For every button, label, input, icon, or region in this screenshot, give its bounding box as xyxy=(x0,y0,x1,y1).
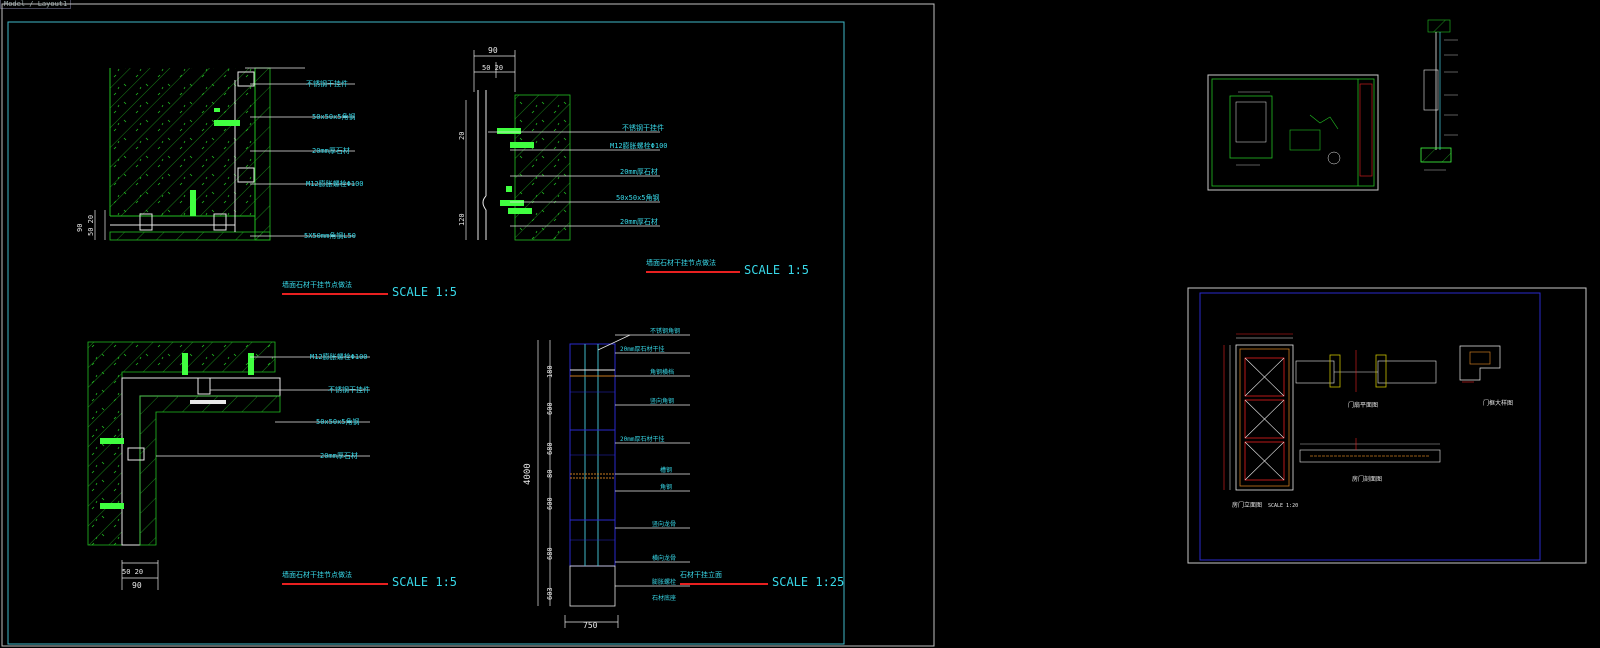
door-bottom-title: 房门剖面图 xyxy=(1352,475,1382,483)
note-el-8: 竖向龙骨 xyxy=(652,520,676,528)
door-elevation-scale: SCALE 1:20 xyxy=(1268,503,1298,509)
cad-drawing-canvas[interactable]: 不锈钢干挂件 50x50x5角钢 20mm厚石材 M12膨胀螺栓Φ100 5X5… xyxy=(0,0,1600,648)
door-sheet[interactable]: 房门立面图 SCALE 1:20 门扇平面图 门框大样图 房门剖面图 xyxy=(1187,287,1587,564)
note-bl-4: 20mm厚石材 xyxy=(320,451,358,460)
door-frame-title: 门框大样图 xyxy=(1483,399,1513,407)
dim-elev-height: 4000 xyxy=(523,463,533,485)
note-bl-3: 50x50x5角钢 xyxy=(316,417,360,426)
door-plan-title: 门扇平面图 xyxy=(1348,401,1378,409)
note-el-7: 角钢 xyxy=(660,483,672,491)
note-bl-2: 不锈钢干挂件 xyxy=(328,385,370,394)
dim-tl-2: 50 20 xyxy=(87,215,95,236)
dim-tr-side1: 20 xyxy=(458,132,466,140)
vertical-section-sheet[interactable] xyxy=(1420,19,1458,171)
title-bl-scale: SCALE 1:5 xyxy=(392,575,457,589)
thumbnail-sheet[interactable] xyxy=(1207,74,1379,191)
note-el-4: 竖向角钢 xyxy=(650,397,674,405)
note-el-6: 槽钢 xyxy=(660,466,672,474)
note-bl-1: M12膨胀螺栓Φ100 xyxy=(310,352,368,361)
detail-elevation: 4000 603 680 600 80 680 600 180 750 不锈钢角… xyxy=(523,327,690,630)
note-el-2: 20mm厚石材干挂 xyxy=(620,345,664,353)
title-bottom-left: 墙面石材干挂节点做法 SCALE 1:5 xyxy=(282,570,457,589)
note-el-9: 横向龙骨 xyxy=(652,554,676,562)
title-tl-label: 墙面石材干挂节点做法 xyxy=(282,280,352,289)
dim-seg-4: 680 xyxy=(546,442,554,455)
dim-seg-3: 80 xyxy=(546,470,554,478)
title-top-left: 墙面石材干挂节点做法 SCALE 1:5 xyxy=(282,280,457,299)
note-el-1: 不锈钢角钢 xyxy=(650,327,680,335)
dim-tr-top: 90 xyxy=(488,46,498,55)
door-elevation-title: 房门立面图 xyxy=(1232,501,1262,509)
title-top-right: 墙面石材干挂节点做法 SCALE 1:5 xyxy=(646,258,809,277)
note-tr-1: 不锈钢干挂件 xyxy=(622,123,664,132)
dim-seg-5: 600 xyxy=(546,402,554,415)
dim-bl-1: 50 20 xyxy=(122,568,143,576)
detail-top-right: 不锈钢干挂件 M12膨胀螺栓Φ100 20mm厚石材 50x50x5角钢 20m… xyxy=(458,46,668,241)
dim-seg-1: 680 xyxy=(546,547,554,560)
note-el-10: 膨胀螺栓 xyxy=(652,578,676,586)
note-tl-5: 5X50mm角钢L50 xyxy=(304,231,356,240)
title-br-scale: SCALE 1:25 xyxy=(772,575,844,589)
note-tl-1: 不锈钢干挂件 xyxy=(306,79,348,88)
dim-elev-width: 750 xyxy=(583,621,598,630)
detail-top-left: 不锈钢干挂件 50x50x5角钢 20mm厚石材 M12膨胀螺栓Φ100 5X5… xyxy=(76,67,364,241)
title-tr-scale: SCALE 1:5 xyxy=(744,263,809,277)
title-tl-scale: SCALE 1:5 xyxy=(392,285,457,299)
note-tr-2: M12膨胀螺栓Φ100 xyxy=(610,141,668,150)
dim-bl-2: 90 xyxy=(132,581,142,590)
dim-seg-2: 600 xyxy=(546,497,554,510)
dim-tl-1: 90 xyxy=(76,224,84,232)
note-tr-3: 20mm厚石材 xyxy=(620,167,658,176)
note-tr-4: 50x50x5角钢 xyxy=(616,193,660,202)
note-tl-3: 20mm厚石材 xyxy=(312,146,350,155)
title-br-label: 石材干挂立面 xyxy=(680,570,722,579)
title-tr-label: 墙面石材干挂节点做法 xyxy=(646,258,716,267)
dim-seg-0: 603 xyxy=(546,587,554,600)
note-tl-2: 50x50x5角钢 xyxy=(312,112,356,121)
dim-tr-sub: 50 20 xyxy=(482,64,503,72)
title-bottom-right: 石材干挂立面 SCALE 1:25 xyxy=(680,570,844,589)
note-el-11: 石材底座 xyxy=(652,594,676,602)
note-tl-4: M12膨胀螺栓Φ100 xyxy=(306,179,364,188)
dim-seg-6: 180 xyxy=(546,365,554,378)
detail-bottom-left: M12膨胀螺栓Φ100 不锈钢干挂件 50x50x5角钢 20mm厚石材 50 … xyxy=(87,341,370,590)
title-bl-label: 墙面石材干挂节点做法 xyxy=(282,570,352,579)
note-el-5: 20mm厚石材干挂 xyxy=(620,435,664,443)
dim-tr-side2: 120 xyxy=(458,213,466,226)
note-el-3: 角钢横档 xyxy=(650,368,674,376)
note-tr-5: 20mm厚石材 xyxy=(620,217,658,226)
